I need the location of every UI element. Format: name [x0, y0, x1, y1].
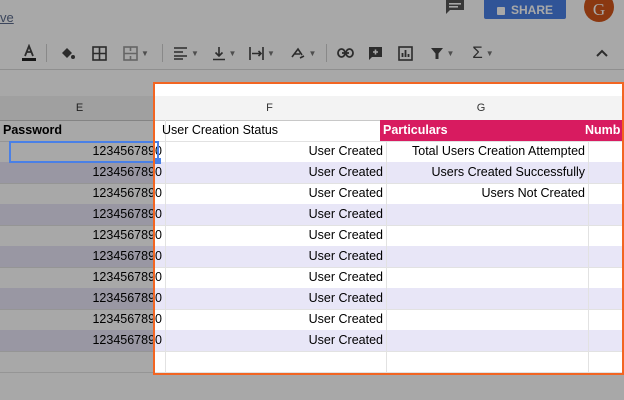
- collapse-toolbar-icon[interactable]: [592, 43, 612, 63]
- borders-icon[interactable]: [88, 43, 110, 63]
- cell-number[interactable]: [582, 204, 624, 225]
- cell-particular[interactable]: [380, 204, 589, 225]
- cell-number[interactable]: [582, 246, 624, 267]
- fill-color-icon[interactable]: [56, 43, 78, 63]
- cell-password[interactable]: 1234567890: [0, 246, 166, 267]
- comments-icon[interactable]: [444, 0, 466, 14]
- column-header-f[interactable]: F: [159, 96, 381, 121]
- cell-status[interactable]: User Created: [159, 204, 387, 225]
- cell-password[interactable]: 1234567890: [0, 330, 166, 351]
- cell-empty[interactable]: [582, 351, 624, 372]
- cell-empty[interactable]: [0, 351, 166, 372]
- filter-icon[interactable]: ▼: [424, 43, 460, 63]
- cell-number[interactable]: [582, 162, 624, 183]
- column-header-h[interactable]: [582, 96, 624, 121]
- cell-number[interactable]: [582, 183, 624, 204]
- header-cell-password[interactable]: Password: [0, 120, 166, 141]
- cell-number[interactable]: [582, 225, 624, 246]
- table-row: 1234567890 User Created Users Created Succ…: [0, 162, 624, 184]
- cell-particular[interactable]: Total Users Creation Attempted: [380, 141, 589, 162]
- text-wrap-icon[interactable]: ▼: [246, 43, 278, 63]
- table-row: 1234567890 User Created Users Not Created: [0, 183, 624, 205]
- functions-icon[interactable]: Σ ▼: [466, 43, 500, 63]
- header-cell-particulars[interactable]: Particulars: [380, 120, 589, 141]
- cell-particular[interactable]: Users Not Created: [380, 183, 589, 204]
- cell-status[interactable]: User Created: [159, 267, 387, 288]
- table-header-row: Password User Creation Status Particulars N…: [0, 120, 624, 142]
- cell-number[interactable]: [582, 267, 624, 288]
- cell-password[interactable]: 1234567890: [0, 141, 166, 162]
- insert-link-icon[interactable]: [334, 43, 356, 63]
- text-rotation-icon[interactable]: ▼: [286, 43, 320, 63]
- cell-particular[interactable]: [380, 330, 589, 351]
- cell-status[interactable]: User Created: [159, 309, 387, 330]
- cell-password[interactable]: 1234567890: [0, 162, 166, 183]
- cell-status[interactable]: User Created: [159, 330, 387, 351]
- cell-status[interactable]: User Created: [159, 288, 387, 309]
- cell-particular[interactable]: [380, 288, 589, 309]
- table-row: 1234567890 User Created: [0, 267, 624, 289]
- cell-particular[interactable]: Users Created Successfully: [380, 162, 589, 183]
- table-row: 1234567890 User Created Total Users Creati…: [0, 141, 624, 163]
- horizontal-align-icon[interactable]: ▼: [170, 43, 202, 63]
- header-cell-number[interactable]: Numb: [582, 120, 624, 141]
- column-header-g[interactable]: G: [380, 96, 583, 121]
- table-row: 1234567890 User Created: [0, 204, 624, 226]
- cell-number[interactable]: [582, 330, 624, 351]
- cell-status[interactable]: User Created: [159, 183, 387, 204]
- toolbar: ▼ ▼ ▼ ▼ ▼ ▼ Σ ▼: [0, 36, 624, 70]
- cell-particular[interactable]: [380, 225, 589, 246]
- cell-password[interactable]: 1234567890: [0, 183, 166, 204]
- save-link[interactable]: ve: [0, 10, 14, 25]
- cell-empty[interactable]: [159, 351, 387, 372]
- header-cell-status[interactable]: User Creation Status: [159, 120, 387, 141]
- cell-number[interactable]: [582, 309, 624, 330]
- cell-password[interactable]: 1234567890: [0, 288, 166, 309]
- table-row: 1234567890 User Created: [0, 225, 624, 247]
- lock-icon: [496, 6, 505, 15]
- fill-handle[interactable]: [155, 158, 161, 164]
- text-color-icon[interactable]: [18, 43, 40, 63]
- cell-password[interactable]: 1234567890: [0, 204, 166, 225]
- cell-status[interactable]: User Created: [159, 246, 387, 267]
- cell-status[interactable]: User Created: [159, 141, 387, 162]
- cell-status[interactable]: User Created: [159, 162, 387, 183]
- insert-comment-icon[interactable]: [364, 43, 386, 63]
- merge-cells-icon[interactable]: ▼: [118, 43, 154, 63]
- cell-password[interactable]: 1234567890: [0, 267, 166, 288]
- table-row: 1234567890 User Created: [0, 330, 624, 352]
- cell-password[interactable]: 1234567890: [0, 225, 166, 246]
- insert-chart-icon[interactable]: [394, 43, 416, 63]
- share-label: SHARE: [510, 2, 553, 17]
- table-row: 1234567890 User Created: [0, 288, 624, 310]
- table-row: [0, 351, 624, 373]
- cell-particular[interactable]: [380, 267, 589, 288]
- cell-empty[interactable]: [380, 351, 589, 372]
- cell-particular[interactable]: [380, 309, 589, 330]
- cell-particular[interactable]: [380, 246, 589, 267]
- cell-status[interactable]: User Created: [159, 225, 387, 246]
- cell-number[interactable]: [582, 141, 624, 162]
- share-button[interactable]: SHARE: [484, 0, 566, 19]
- table-row: 1234567890 User Created: [0, 309, 624, 331]
- vertical-align-icon[interactable]: ▼: [208, 43, 240, 63]
- cell-number[interactable]: [582, 288, 624, 309]
- cell-password[interactable]: 1234567890: [0, 309, 166, 330]
- table-row: 1234567890 User Created: [0, 246, 624, 268]
- spreadsheet-grid: E F G Password User Creation Status Partic…: [0, 96, 624, 400]
- column-header-e[interactable]: E: [0, 96, 160, 121]
